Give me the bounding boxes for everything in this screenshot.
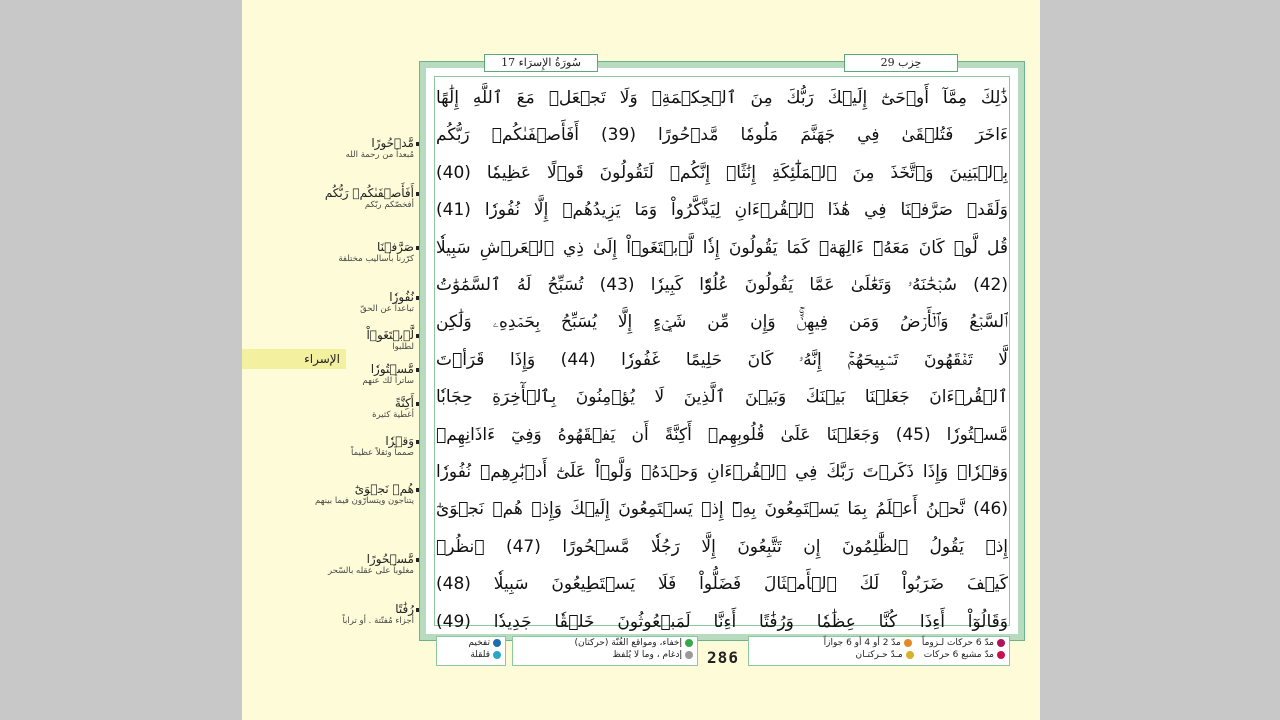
color-dot-icon <box>997 639 1005 647</box>
legend-label: مـدّ حـركتـان <box>855 650 903 660</box>
verse-line: وَقَالُوٓاْ أَءِذَا كُنَّا عِظَٰمٗا وَرُ… <box>436 611 1008 632</box>
legend-item: قلقلة <box>470 650 501 660</box>
glossary-meaning: أجزاء مُفتّتة . أو تراباً <box>342 616 414 626</box>
color-dot-icon <box>685 639 693 647</box>
verse-line: وَلَقَدۡ صَرَّفۡنَا فِي هَٰذَا ٱلۡقُرۡءَ… <box>436 200 1008 221</box>
legend-item: إخفاء، ومواقع الغُنّة (حركتان) <box>574 638 693 648</box>
legend-label: مدّ 6 حركات لـزوماً <box>921 638 994 648</box>
verse-line: ءَاخَرَ فَتُلۡقَىٰ فِي جَهَنَّمَ مَلُومٗ… <box>436 125 1008 146</box>
glossary-meaning: ساتراً لك عنهم <box>362 376 415 386</box>
hizb-header: حِزب 29 <box>844 54 958 72</box>
legend-label: تفخيم <box>468 638 490 648</box>
verse-line: وَقۡرٗاۚ وَإِذَا ذَكَرۡتَ رَبَّكَ فِي ٱل… <box>436 462 1008 482</box>
glossary-word: لَّٱبۡتَغَوۡاْ <box>366 328 414 342</box>
glossary-word: رُفَٰتًا <box>395 602 414 616</box>
glossary-word: أَفَأَصۡفَىٰكُمۡ رَبُّكُم <box>324 186 414 200</box>
legend-tafkhim: تفخيم قلقلة <box>436 636 506 666</box>
glossary-entry: مَّدۡحُورًا مُبعداً من رحمة الله <box>314 136 420 161</box>
glossary-entry: أَكِنَّةً أغطية كثيرة <box>314 396 420 421</box>
legend-item: مدّ 2 أو 4 أو 6 جوازاً <box>824 638 912 648</box>
legend-item: إدغام ، وما لا يُلفظ <box>612 650 693 660</box>
glossary-meaning: أفخصّكم ربّكم <box>364 200 414 210</box>
legend-item: مدّ مشبع 6 حركات <box>924 650 1005 660</box>
glossary-entry: صَرَّفۡنَا كرّرنا بأساليب مختلفة <box>314 240 420 265</box>
glossary-entry: هُمۡ نَجۡوَىٰٓ يتناجون ويتسارّون فيما بين… <box>314 482 420 507</box>
verse-line: قُل لَّوۡ كَانَ مَعَهُۥٓ ءَالِهَةٞ كَمَا… <box>436 237 1008 258</box>
verse-line: ذَٰلِكَ مِمَّآ أَوۡحَىٰٓ إِلَيۡكَ رَبُّك… <box>436 88 1008 108</box>
verse-line: كَيۡفَ ضَرَبُواْ لَكَ ٱلۡأَمۡثَالَ فَضَل… <box>436 574 1008 595</box>
legend-label: إخفاء، ومواقع الغُنّة (حركتان) <box>574 638 682 648</box>
verse-line: إِذۡ يَقُولُ ٱلظَّٰلِمُونَ إِن تَتَّبِعُ… <box>436 536 1008 557</box>
color-dot-icon <box>493 651 501 659</box>
verse-line: (42) سُبۡحَٰنَهُۥ وَتَعَٰلَىٰ عَمَّا يَق… <box>436 275 1008 295</box>
legend-ghunna: إخفاء، ومواقع الغُنّة (حركتان) إدغام ، وم… <box>512 636 698 666</box>
glossary-word: صَرَّفۡنَا <box>376 240 414 254</box>
page-number: 286 <box>707 648 739 667</box>
glossary-meaning: أغطية كثيرة <box>372 410 414 420</box>
color-dot-icon <box>903 639 912 647</box>
legend-madd: مدّ 6 حركات لـزوماً مدّ 2 أو 4 أو 6 جوازا… <box>748 636 1010 666</box>
glossary-entry: رُفَٰتًا أجزاء مُفتّتة . أو تراباً <box>314 602 420 627</box>
verse-line: مَّسۡتُورٗا (45) وَجَعَلۡنَا عَلَىٰ قُلُ… <box>436 424 1008 445</box>
glossary-meaning: مغلوباً على عقله بالسّحر <box>328 566 414 576</box>
glossary-word: مَّسۡحُورًا <box>366 552 414 566</box>
surah-label: الإسراء <box>242 349 346 369</box>
verse-line: (46) نَّحۡنُ أَعۡلَمُ بِمَا يَسۡتَمِعُون… <box>436 499 1008 520</box>
legend-item: مـدّ حـركتـان <box>856 650 914 660</box>
verse-line: ٱلسَّبۡعُ وَٱلۡأَرۡضُ وَمَن فِيهِنَّۚ وَ… <box>436 312 1008 333</box>
verse-line: ٱلۡقُرۡءَانَ جَعَلۡنَا بَيۡنَكَ وَبَيۡنَ… <box>436 387 1008 408</box>
glossary-meaning: كرّرنا بأساليب مختلفة <box>338 254 414 264</box>
verse-line: لَّا تَفۡقَهُونَ تَسۡبِيحَهُمۡۚ إِنَّهُۥ… <box>436 349 1008 370</box>
glossary-meaning: تباعداً عن الحقّ <box>360 304 414 314</box>
legend-label: قلقلة <box>470 650 490 660</box>
color-dot-icon <box>685 651 693 659</box>
legend-label: مدّ مشبع 6 حركات <box>923 650 994 660</box>
glossary-meaning: صمماً وثقلاً عظيماً <box>351 448 414 458</box>
glossary-word: أَكِنَّةً <box>394 396 414 410</box>
glossary-word: نُفُورٗا <box>389 290 414 304</box>
glossary-word: وَقۡرٗا <box>385 434 414 448</box>
color-dot-icon <box>905 651 914 659</box>
legend-item: تفخيم <box>468 638 501 648</box>
glossary-meaning: مُبعداً من رحمة الله <box>345 150 414 160</box>
glossary-word: هُمۡ نَجۡوَىٰٓ <box>354 482 414 496</box>
color-dot-icon <box>997 651 1005 659</box>
glossary-entry: مَّسۡحُورًا مغلوباً على عقله بالسّحر <box>314 552 420 577</box>
glossary-entry: وَقۡرٗا صمماً وثقلاً عظيماً <box>314 434 420 459</box>
glossary-meaning: يتناجون ويتسارّون فيما بينهم <box>315 496 414 506</box>
color-dot-icon <box>493 639 501 647</box>
glossary-entry: أَفَأَصۡفَىٰكُمۡ رَبُّكُم أفخصّكم ربّكم <box>314 186 420 211</box>
glossary-word: مَّدۡحُورًا <box>371 136 414 150</box>
legend-label: مدّ 2 أو 4 أو 6 جوازاً <box>823 638 901 648</box>
glossary-entry: نُفُورٗا تباعداً عن الحقّ <box>314 290 420 315</box>
legend-item: مدّ 6 حركات لـزوماً <box>922 638 1005 648</box>
surah-header: سُورَةُ الإِسرَاء 17 <box>484 54 598 72</box>
legend-label: إدغام ، وما لا يُلفظ <box>612 650 683 660</box>
verse-line: بِٱلۡبَنِينَ وَٱتَّخَذَ مِنَ ٱلۡمَلَٰٓئِ… <box>436 162 1008 183</box>
